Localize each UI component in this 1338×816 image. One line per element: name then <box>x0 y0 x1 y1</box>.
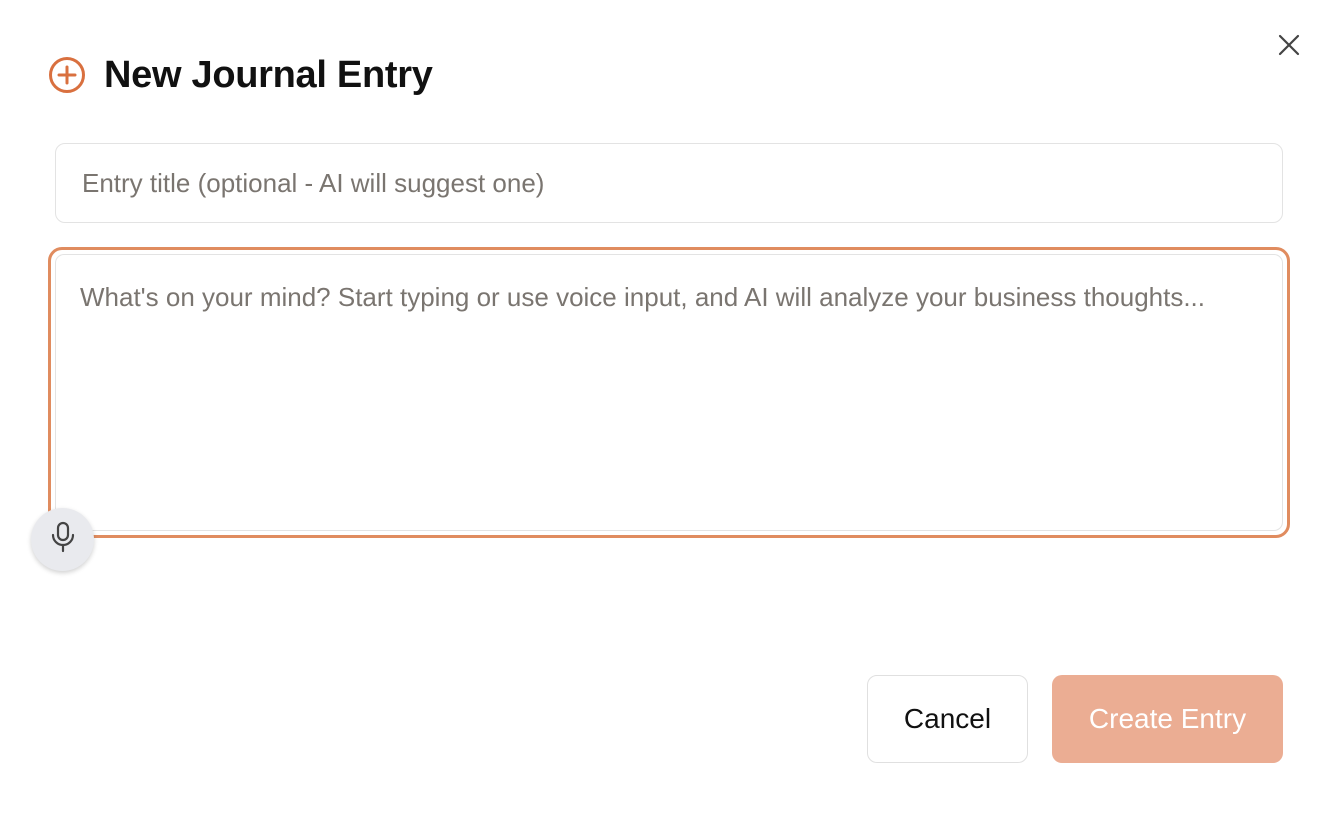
dialog-title: New Journal Entry <box>104 54 433 96</box>
close-icon <box>1278 34 1300 61</box>
new-journal-entry-dialog: New Journal Entry Cancel Create Entry <box>0 0 1338 816</box>
entry-title-input[interactable] <box>55 143 1283 223</box>
dialog-header: New Journal Entry <box>48 50 433 100</box>
plus-circle-icon <box>48 56 86 94</box>
microphone-icon <box>50 521 76 558</box>
voice-input-button[interactable] <box>31 508 94 571</box>
cancel-button[interactable]: Cancel <box>867 675 1028 763</box>
entry-body-textarea[interactable] <box>55 254 1283 531</box>
entry-body-focus-ring <box>48 247 1290 538</box>
create-entry-button[interactable]: Create Entry <box>1052 675 1283 763</box>
dialog-footer: Cancel Create Entry <box>867 675 1283 763</box>
close-button[interactable] <box>1272 30 1306 64</box>
